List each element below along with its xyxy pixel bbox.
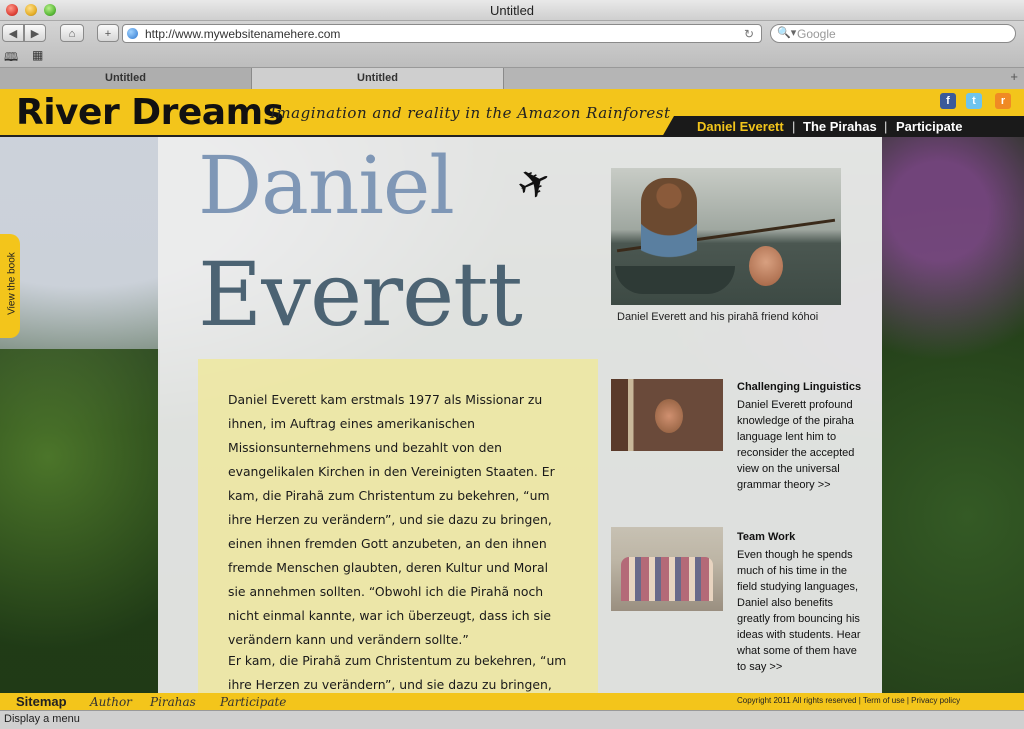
footer-link-participate[interactable]: Participate (220, 695, 286, 709)
photo-daniel-head (749, 246, 783, 286)
bookmarks-book-icon[interactable]: 🕮 (4, 48, 18, 69)
footer-link-pirahas[interactable]: Pirahas (150, 695, 196, 709)
nav-participate[interactable]: Participate (896, 119, 962, 134)
site-header: River Dreams Imagination and reality in … (0, 89, 1024, 137)
footer-sitemap[interactable]: Sitemap (16, 694, 67, 709)
home-icon: ⌂ (68, 28, 76, 40)
sidebar-title-linguistics[interactable]: Challenging Linguistics (737, 381, 861, 393)
nav-separator: | (884, 119, 888, 134)
status-text: Display a menu (4, 713, 80, 725)
teamwork-thumbnail[interactable] (611, 527, 723, 611)
search-placeholder: Google (797, 27, 836, 41)
reload-icon[interactable]: ↻ (744, 27, 754, 41)
main-content-panel: Daniel Everett ✈ Daniel Everett kam erst… (158, 137, 882, 710)
nav-separator: | (792, 119, 796, 134)
browser-toolbar: ◀ ▶ ⌂ + http://www.mywebsitenamehere.com… (0, 21, 1024, 67)
status-bar: Display a menu (0, 710, 1024, 729)
forward-button[interactable]: ▶ (24, 24, 46, 42)
linguistics-thumbnail[interactable] (611, 379, 723, 451)
view-the-book-label: View the book (6, 252, 18, 315)
sidebar-text-teamwork[interactable]: Even though he spends much of his time i… (737, 547, 867, 675)
feature-photo[interactable] (611, 168, 841, 305)
url-text[interactable]: http://www.mywebsitenamehere.com (145, 27, 340, 41)
back-arrow-icon: ◀ (8, 28, 18, 40)
sidebar-title-teamwork[interactable]: Team Work (737, 531, 795, 543)
site-tagline: Imagination and reality in the Amazon Ra… (270, 104, 671, 122)
home-button[interactable]: ⌂ (60, 24, 84, 42)
feature-photo-caption: Daniel Everett and his pirahã friend kóh… (617, 311, 819, 323)
add-bookmark-button[interactable]: + (97, 24, 119, 42)
site-logo[interactable]: River Dreams (16, 92, 284, 133)
view-the-book-tab[interactable]: View the book (0, 234, 20, 338)
photo-piraha-man (641, 178, 697, 278)
twitter-icon[interactable]: t (966, 93, 982, 109)
nav-the-pirahas[interactable]: The Pirahas (803, 119, 877, 134)
search-field[interactable]: 🔍▾ Google (770, 24, 1016, 43)
background-foliage-right (882, 89, 1024, 699)
thumbnail-group-photo (621, 557, 713, 601)
intro-paragraph-1: Daniel Everett kam erstmals 1977 als Mis… (228, 392, 555, 648)
tab-bar: Untitled Untitled + (0, 67, 1024, 90)
address-bar[interactable]: http://www.mywebsitenamehere.com ↻ (122, 24, 762, 43)
top-navigation: Daniel Everett | The Pirahas | Participa… (662, 116, 1024, 137)
site-footer: Sitemap Author Pirahas Participate Copyr… (0, 693, 1024, 710)
airplane-icon: ✈ (510, 156, 560, 212)
thumbnail-face (655, 399, 683, 433)
background-foliage-left (0, 349, 160, 709)
window-titlebar: Untitled (0, 0, 1024, 21)
window-title: Untitled (489, 3, 535, 18)
plus-icon: + (104, 28, 112, 40)
forward-arrow-icon: ▶ (30, 28, 40, 40)
top-sites-grid-icon[interactable]: ▦ (32, 48, 43, 62)
rss-icon[interactable]: r (995, 93, 1011, 109)
nav-daniel-everett[interactable]: Daniel Everett (697, 119, 784, 134)
footer-link-author[interactable]: Author (90, 695, 132, 709)
new-tab-icon[interactable]: + (1010, 69, 1018, 84)
search-icon[interactable]: 🔍▾ (777, 26, 796, 39)
globe-icon (127, 28, 138, 39)
tab-2-active[interactable]: Untitled (252, 68, 504, 89)
page-viewport: River Dreams Imagination and reality in … (0, 89, 1024, 710)
back-button[interactable]: ◀ (2, 24, 24, 42)
facebook-icon[interactable]: f (940, 93, 956, 109)
tab-1[interactable]: Untitled (0, 68, 252, 89)
heading-last-name: Everett (198, 243, 523, 346)
footer-copyright: Copyright 2011 All rights reserved | Ter… (737, 696, 961, 705)
heading-first-name: Daniel (198, 139, 455, 232)
intro-text-box: Daniel Everett kam erstmals 1977 als Mis… (198, 359, 598, 710)
sidebar-text-linguistics[interactable]: Daniel Everett profound knowledge of the… (737, 397, 867, 493)
